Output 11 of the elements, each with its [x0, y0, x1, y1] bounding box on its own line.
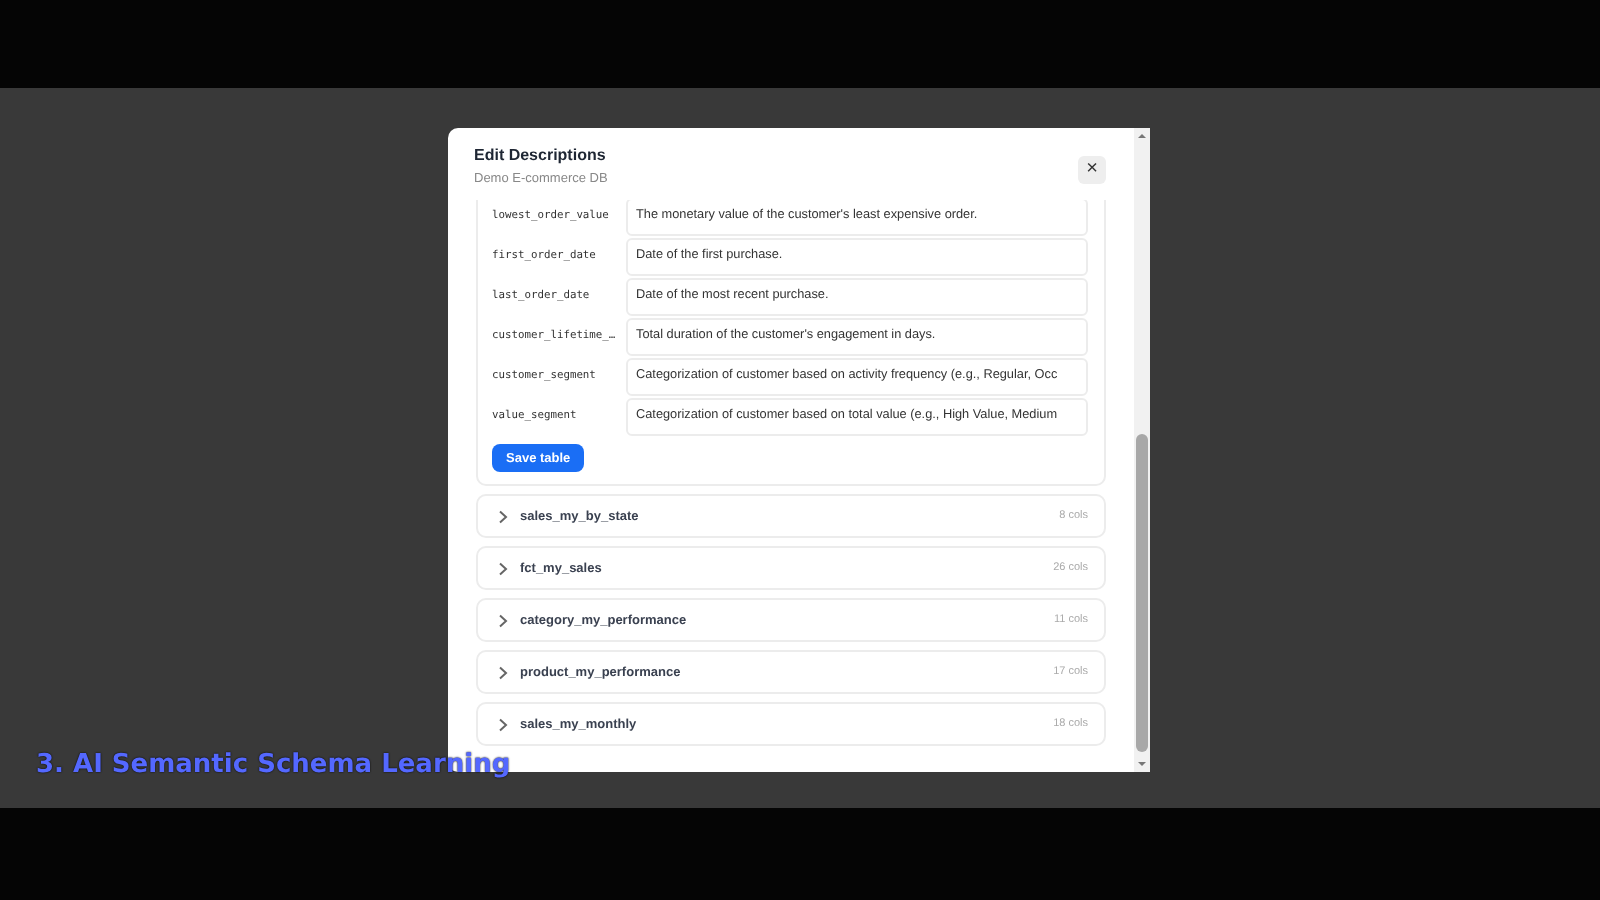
scroll-down-icon[interactable]: [1134, 758, 1150, 770]
chevron-icon: [498, 717, 508, 731]
chevron-icon: [498, 561, 508, 575]
chevron-icon: [498, 509, 508, 523]
scrollbar-thumb[interactable]: [1136, 434, 1148, 752]
scroll-up-icon[interactable]: [1134, 130, 1150, 142]
chevron-icon: [498, 613, 508, 627]
chevron-icon: [498, 665, 508, 679]
close-button[interactable]: ×: [1078, 156, 1106, 184]
scrollbar[interactable]: [1134, 128, 1150, 772]
modal-title: Edit Descriptions: [474, 146, 608, 164]
